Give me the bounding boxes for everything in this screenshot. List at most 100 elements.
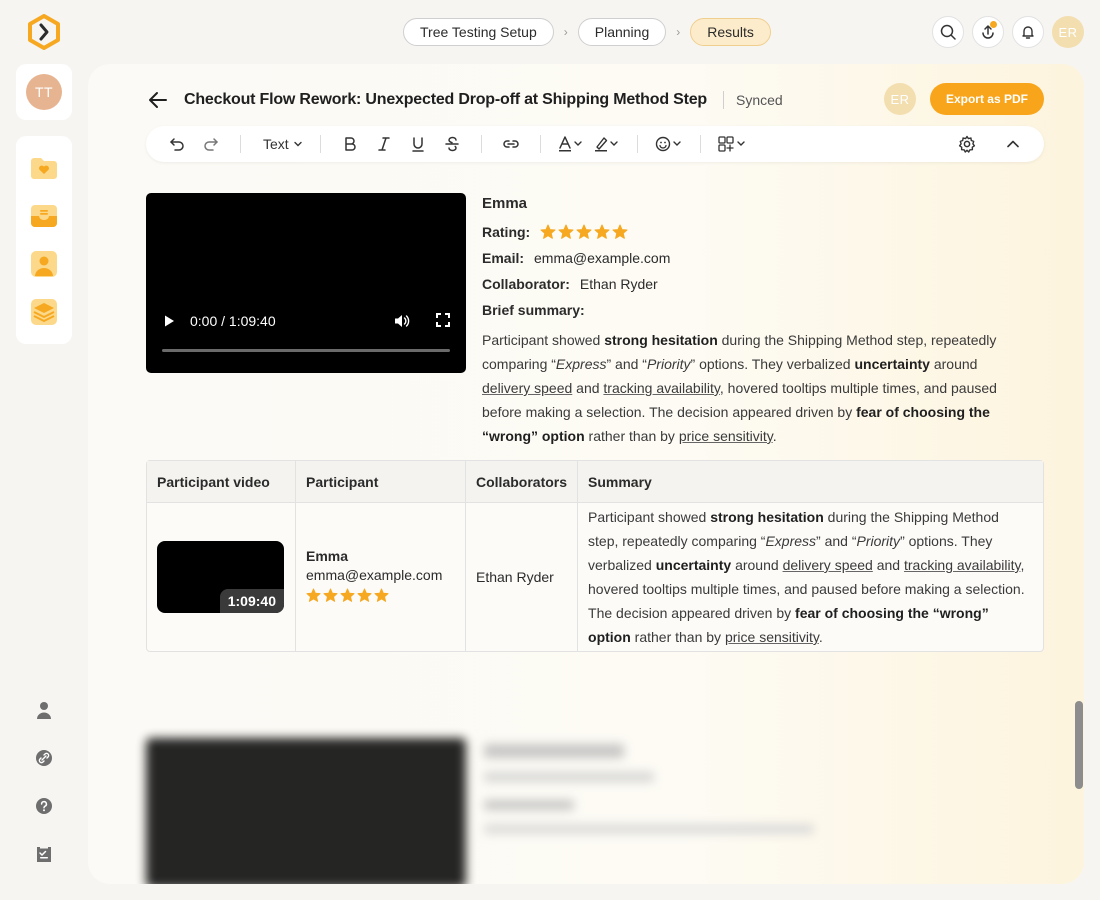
help-icon bbox=[36, 798, 52, 814]
collaborator-row: Collaborator: Ethan Ryder bbox=[482, 276, 1028, 292]
video-time: 0:00 / 1:09:40 bbox=[190, 313, 276, 329]
collapse-toolbar-button[interactable] bbox=[1001, 132, 1025, 156]
participant-info: Emma Rating: Email: emma@example.com Col… bbox=[482, 195, 1028, 448]
participant-name: Emma bbox=[482, 195, 528, 212]
breadcrumb-results[interactable]: Results bbox=[690, 18, 771, 46]
collaborator-label: Collaborator: bbox=[482, 276, 570, 292]
underline-button[interactable] bbox=[406, 132, 430, 156]
redo-button[interactable] bbox=[199, 132, 223, 156]
summary-text: and bbox=[872, 557, 904, 573]
table-header-row: Participant video Participant Collaborat… bbox=[147, 461, 1043, 503]
column-header-collaborators: Collaborators bbox=[466, 461, 579, 503]
breadcrumb-tree-testing-setup[interactable]: Tree Testing Setup bbox=[403, 18, 554, 46]
layers-icon bbox=[31, 299, 57, 325]
summary-text: around bbox=[731, 557, 783, 573]
video-duration: 1:09:40 bbox=[219, 589, 284, 613]
participant-summary[interactable]: Participant showed strong hesitation dur… bbox=[482, 328, 1028, 448]
sidebar-profile[interactable]: TT bbox=[16, 64, 72, 120]
collaborator-name: Ethan Ryder bbox=[579, 276, 658, 292]
redo-icon bbox=[204, 138, 218, 151]
sidebar-item-profile[interactable] bbox=[28, 700, 60, 720]
star-rating bbox=[306, 588, 389, 603]
collaborator-name: Ethan Ryder bbox=[476, 569, 554, 585]
fullscreen-icon[interactable] bbox=[436, 313, 450, 327]
collaborator-avatar[interactable]: ER bbox=[883, 83, 916, 115]
header-actions: ER Export as PDF bbox=[883, 83, 1044, 115]
gear-icon bbox=[958, 135, 976, 153]
highlight-button[interactable] bbox=[594, 132, 620, 156]
summary-bold: strong hesitation bbox=[604, 332, 718, 348]
collaborators-cell: Ethan Ryder bbox=[466, 503, 579, 651]
summary-bold: strong hesitation bbox=[710, 509, 824, 525]
play-icon[interactable] bbox=[162, 314, 176, 328]
back-arrow-icon[interactable] bbox=[146, 88, 170, 112]
settings-button[interactable] bbox=[955, 132, 979, 156]
text-style-dropdown[interactable]: Text bbox=[263, 136, 303, 152]
chevron-up-icon bbox=[1007, 140, 1019, 148]
scrollbar-thumb[interactable] bbox=[1075, 701, 1083, 789]
video-progress-bar[interactable] bbox=[162, 349, 450, 352]
user-avatar[interactable]: ER bbox=[1052, 16, 1084, 48]
rating-row: Rating: bbox=[482, 224, 1028, 240]
sidebar-item-inbox[interactable] bbox=[28, 200, 60, 232]
blurred-line bbox=[484, 744, 624, 758]
star-icon bbox=[558, 224, 574, 239]
bold-icon bbox=[344, 137, 356, 151]
strikethrough-icon bbox=[444, 136, 459, 152]
text-color-icon bbox=[558, 136, 582, 152]
sidebar-item-integrations[interactable] bbox=[28, 748, 60, 768]
column-header-participant: Participant bbox=[296, 461, 466, 503]
undo-button[interactable] bbox=[165, 132, 189, 156]
sidebar-item-tasks[interactable] bbox=[28, 844, 60, 864]
app-logo[interactable] bbox=[26, 14, 62, 50]
summary-italic: Priority bbox=[856, 533, 901, 549]
chevron-right-icon: › bbox=[563, 25, 568, 39]
sidebar-item-layers[interactable] bbox=[28, 296, 60, 328]
link-icon bbox=[36, 750, 52, 766]
participant-cell: Emma emma@example.com bbox=[296, 503, 466, 651]
divider bbox=[723, 91, 725, 109]
notifications-button[interactable] bbox=[1012, 16, 1044, 48]
undo-icon bbox=[170, 138, 184, 151]
emoji-icon bbox=[655, 136, 681, 152]
table-summary: Participant showed strong hesitation dur… bbox=[588, 505, 1033, 649]
sidebar-nav bbox=[16, 136, 72, 344]
sidebar-item-participants[interactable] bbox=[28, 248, 60, 280]
bold-button[interactable] bbox=[338, 132, 362, 156]
summary-text: ” options. They verbalized bbox=[690, 356, 855, 372]
participant-email: emma@example.com bbox=[534, 250, 671, 266]
breadcrumb: Tree Testing Setup › Planning › Results bbox=[403, 18, 771, 46]
summary-italic: Express bbox=[765, 533, 817, 549]
sidebar-bottom bbox=[28, 700, 60, 864]
participant-name: Emma bbox=[306, 548, 349, 564]
search-icon bbox=[940, 24, 956, 40]
sidebar-item-favorites[interactable] bbox=[28, 152, 60, 184]
sidebar-item-help[interactable] bbox=[28, 796, 60, 816]
video-thumbnail[interactable]: 1:09:40 bbox=[157, 541, 284, 613]
search-button[interactable] bbox=[932, 16, 964, 48]
emoji-button[interactable] bbox=[655, 132, 683, 156]
main-panel: Checkout Flow Rework: Unexpected Drop-of… bbox=[88, 64, 1084, 884]
breadcrumb-planning[interactable]: Planning bbox=[577, 18, 667, 46]
toolbar-divider bbox=[699, 135, 701, 153]
summary-text: around bbox=[929, 356, 978, 372]
volume-icon[interactable] bbox=[394, 313, 410, 329]
text-color-button[interactable] bbox=[558, 132, 584, 156]
summary-underline: price sensitivity bbox=[678, 428, 773, 444]
link-button[interactable] bbox=[499, 132, 523, 156]
video-player[interactable]: 0:00 / 1:09:40 bbox=[146, 193, 466, 373]
top-actions: ER bbox=[932, 16, 1084, 48]
insert-block-button[interactable] bbox=[718, 132, 748, 156]
summary-italic: Express bbox=[555, 356, 607, 372]
summary-text: rather than by bbox=[584, 428, 679, 444]
blurred-line bbox=[484, 824, 814, 834]
rating-label: Rating: bbox=[482, 224, 531, 240]
sync-status: Synced bbox=[736, 92, 783, 108]
export-pdf-button[interactable]: Export as PDF bbox=[929, 83, 1044, 115]
strikethrough-button[interactable] bbox=[440, 132, 464, 156]
document-header: Checkout Flow Rework: Unexpected Drop-of… bbox=[146, 83, 1044, 115]
upload-button[interactable] bbox=[972, 16, 1004, 48]
user-card-icon bbox=[31, 251, 57, 277]
italic-button[interactable] bbox=[372, 132, 396, 156]
summary-bold: uncertainty bbox=[854, 356, 930, 372]
